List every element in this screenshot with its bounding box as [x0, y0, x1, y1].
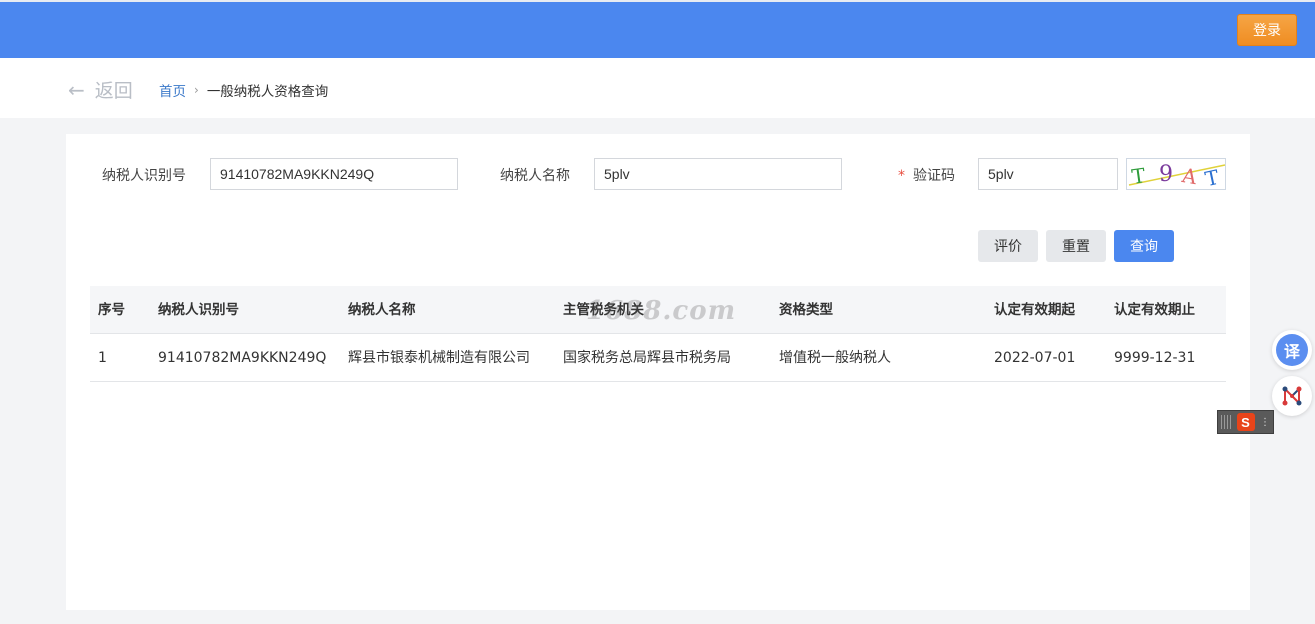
svg-text:A: A	[1179, 163, 1199, 189]
col-header-valid-from: 认定有效期起	[994, 302, 1075, 318]
required-mark: *	[898, 168, 905, 184]
taxpayer-id-input[interactable]	[210, 158, 458, 190]
captcha-input[interactable]	[978, 158, 1118, 190]
reset-button[interactable]: 重置	[1046, 230, 1106, 262]
ime-toolbar[interactable]: S ⋮	[1217, 410, 1274, 434]
login-button[interactable]: 登录	[1237, 14, 1297, 46]
translate-icon: 译	[1276, 334, 1308, 366]
taxpayer-name-input[interactable]	[594, 158, 842, 190]
cell-qualification-type: 增值税一般纳税人	[779, 350, 891, 366]
col-header-valid-to: 认定有效期止	[1114, 302, 1195, 318]
captcha-graphic: T 9 A T	[1128, 162, 1226, 191]
ime-menu-icon[interactable]: ⋮	[1260, 417, 1270, 428]
captcha-image[interactable]: T 9 A T	[1126, 158, 1226, 191]
taxpayer-id-label: 纳税人识别号	[102, 168, 186, 184]
graph-icon	[1282, 386, 1302, 406]
table-row: 1 91410782MA9KKN249Q 辉县市银泰机械制造有限公司 国家税务总…	[90, 334, 1226, 382]
breadcrumb-current: 一般纳税人资格查询	[206, 84, 329, 100]
captcha-label-wrap: * 验证码	[898, 165, 955, 185]
cell-taxpayer-id: 91410782MA9KKN249Q	[158, 350, 327, 366]
back-arrow-icon: ←	[68, 77, 85, 102]
col-header-index: 序号	[98, 302, 125, 318]
cell-tax-authority: 国家税务总局辉县市税务局	[563, 350, 731, 366]
cell-valid-to: 9999-12-31	[1114, 350, 1196, 366]
ime-logo-icon[interactable]: S	[1236, 413, 1255, 431]
watermark: 1688.com	[586, 296, 737, 326]
side-toolbar: 译	[1272, 330, 1315, 416]
query-button[interactable]: 查询	[1114, 230, 1174, 262]
cell-taxpayer-name: 辉县市银泰机械制造有限公司	[348, 350, 530, 366]
svg-text:T: T	[1203, 165, 1222, 191]
cell-index: 1	[98, 350, 107, 366]
cell-valid-from: 2022-07-01	[994, 350, 1076, 366]
breadcrumb-chevron-icon: ›	[194, 83, 199, 97]
breadcrumb-home-link[interactable]: 首页	[159, 80, 186, 100]
svg-text:T: T	[1130, 163, 1147, 189]
taxpayer-name-label: 纳税人名称	[500, 168, 570, 184]
translate-button[interactable]: 译	[1272, 330, 1312, 370]
top-header-bar: 登录	[0, 0, 1315, 58]
navigation-bar: ← 返回 首页 › 一般纳税人资格查询	[0, 58, 1315, 118]
col-header-taxpayer-id: 纳税人识别号	[158, 302, 239, 318]
rate-button[interactable]: 评价	[978, 230, 1038, 262]
graph-button[interactable]	[1272, 376, 1312, 416]
back-button[interactable]: ← 返回	[68, 76, 133, 103]
query-panel: 纳税人识别号 纳税人名称 * 验证码 T 9 A T 评价 重置 查询 序号 纳税…	[66, 134, 1250, 610]
back-label: 返回	[94, 80, 133, 102]
breadcrumb: 首页 › 一般纳税人资格查询	[159, 80, 328, 100]
col-header-taxpayer-name: 纳税人名称	[348, 302, 416, 318]
ime-drag-handle[interactable]	[1221, 415, 1231, 429]
captcha-label: 验证码	[913, 168, 955, 184]
col-header-qualification-type: 资格类型	[779, 302, 833, 318]
svg-text:9: 9	[1159, 162, 1173, 187]
